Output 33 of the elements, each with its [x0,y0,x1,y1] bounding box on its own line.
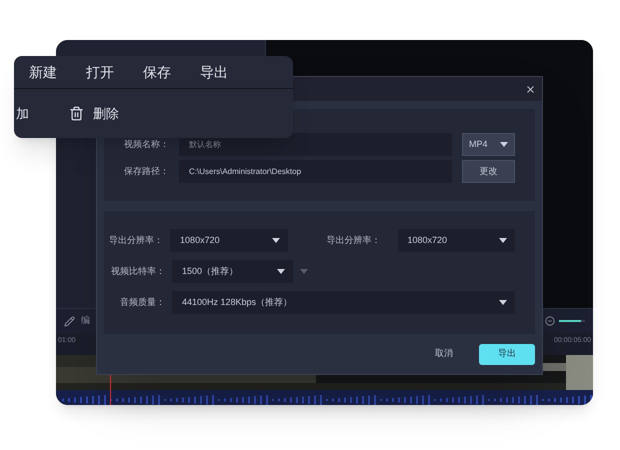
trash-icon [69,106,84,121]
format-dropdown[interactable]: MP4 [462,133,515,156]
name-field[interactable]: 默认名称 [179,133,452,156]
edit-icon[interactable] [64,316,75,326]
add-button[interactable]: 加 [14,104,29,124]
dropdown-caret-icon [500,142,508,147]
close-icon[interactable] [525,84,536,94]
dropdown-field[interactable]: 1500（推荐） [172,260,293,283]
menu-item[interactable]: 新建 [29,62,57,82]
field-label: 音频质量： [119,296,165,309]
zoom-out-icon[interactable] [545,316,555,326]
field-label: 保存路径： [123,164,169,178]
menu-item[interactable]: 导出 [200,62,228,82]
field-label: 导出分辨率： [326,234,381,247]
dropdown-caret-icon [300,269,308,274]
dropdown-field[interactable]: 1080x720 [398,229,515,252]
path-field[interactable]: C:\Users\Administrator\Desktop [179,160,452,183]
delete-button[interactable]: 删除 [69,104,119,124]
field-label: 导出分辨率： [108,234,164,247]
dropdown-caret-icon [498,238,507,243]
dropdown-field[interactable]: 44100Hz 128Kbps（推荐） [172,291,515,314]
export-button[interactable]: 导出 [479,344,535,364]
tool-label: 编 [81,314,90,328]
menu-item[interactable]: 打开 [86,62,114,82]
cancel-button[interactable]: 取消 [427,344,461,364]
dropdown-caret-icon [277,269,285,274]
dropdown-field[interactable]: 1080x720 [170,229,288,252]
menu-item[interactable]: 保存 [143,62,171,82]
dropdown-caret-icon [272,238,280,243]
field-label: 视频比特率： [110,264,165,278]
dropdown-caret-icon [499,300,507,305]
field-label: 视频名称： [123,138,169,151]
change-button[interactable]: 更改 [462,160,515,183]
